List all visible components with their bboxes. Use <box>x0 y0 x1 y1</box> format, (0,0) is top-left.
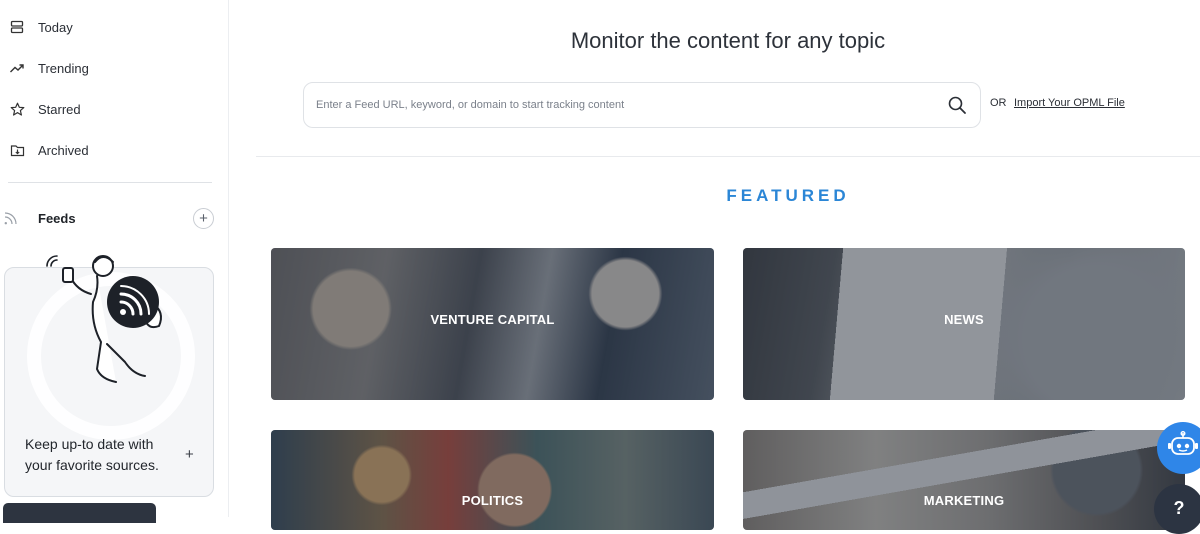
stack-icon <box>9 19 25 35</box>
add-feed-button[interactable]: + <box>193 208 214 229</box>
sidebar-item-archived[interactable]: Archived <box>0 133 229 167</box>
featured-card-marketing[interactable]: MARKETING <box>743 430 1185 530</box>
card-label: POLITICS <box>461 493 524 508</box>
search-input[interactable] <box>316 95 916 115</box>
search-box <box>303 82 981 128</box>
import-opml-link[interactable]: Import Your OPML File <box>1014 97 1125 109</box>
person-with-rss-backpack-illustration <box>46 255 162 383</box>
card-label: VENTURE CAPITAL <box>430 312 555 327</box>
sidebar-item-starred[interactable]: Starred <box>0 92 229 126</box>
star-icon <box>9 101 25 117</box>
archive-icon <box>9 142 25 158</box>
sidebar-item-trending[interactable]: Trending <box>0 51 229 85</box>
or-text: OR <box>990 97 1007 109</box>
sidebar-item-label: Starred <box>38 101 81 117</box>
section-divider <box>256 156 1200 157</box>
sidebar-divider <box>8 182 212 183</box>
sidebar-item-today[interactable]: Today <box>0 10 229 44</box>
rss-icon <box>3 210 19 226</box>
feeds-label: Feeds <box>38 211 76 226</box>
sidebar-item-label: Archived <box>38 142 89 158</box>
featured-card-politics[interactable]: POLITICS <box>271 430 714 530</box>
chatbot-button[interactable] <box>1157 422 1200 474</box>
card-overlay <box>271 430 714 530</box>
promo-card: Keep up-to date with your favorite sourc… <box>4 255 214 497</box>
promo-add-button[interactable]: + <box>185 446 194 463</box>
card-label: MARKETING <box>923 493 1005 508</box>
featured-heading: FEATURED <box>726 186 850 205</box>
feeds-section-header[interactable]: Feeds + <box>0 204 229 232</box>
trending-icon <box>9 60 25 76</box>
card-label: NEWS <box>944 312 984 327</box>
robot-icon <box>1166 430 1200 466</box>
featured-card-news[interactable]: NEWS <box>743 248 1185 400</box>
sidebar: Today Trending Starred Archived Feeds + <box>0 0 229 523</box>
promo-text: Keep up-to date with your favorite sourc… <box>25 436 159 473</box>
sidebar-bottom-button[interactable] <box>3 503 156 523</box>
featured-card-venture-capital[interactable]: VENTURE CAPITAL <box>271 248 714 400</box>
sidebar-item-label: Today <box>38 19 73 35</box>
search-icon[interactable] <box>947 95 967 115</box>
sidebar-item-label: Trending <box>38 60 89 76</box>
card-overlay <box>743 430 1185 530</box>
page-title: Monitor the content for any topic <box>570 28 886 53</box>
help-button[interactable]: ? <box>1154 484 1200 534</box>
